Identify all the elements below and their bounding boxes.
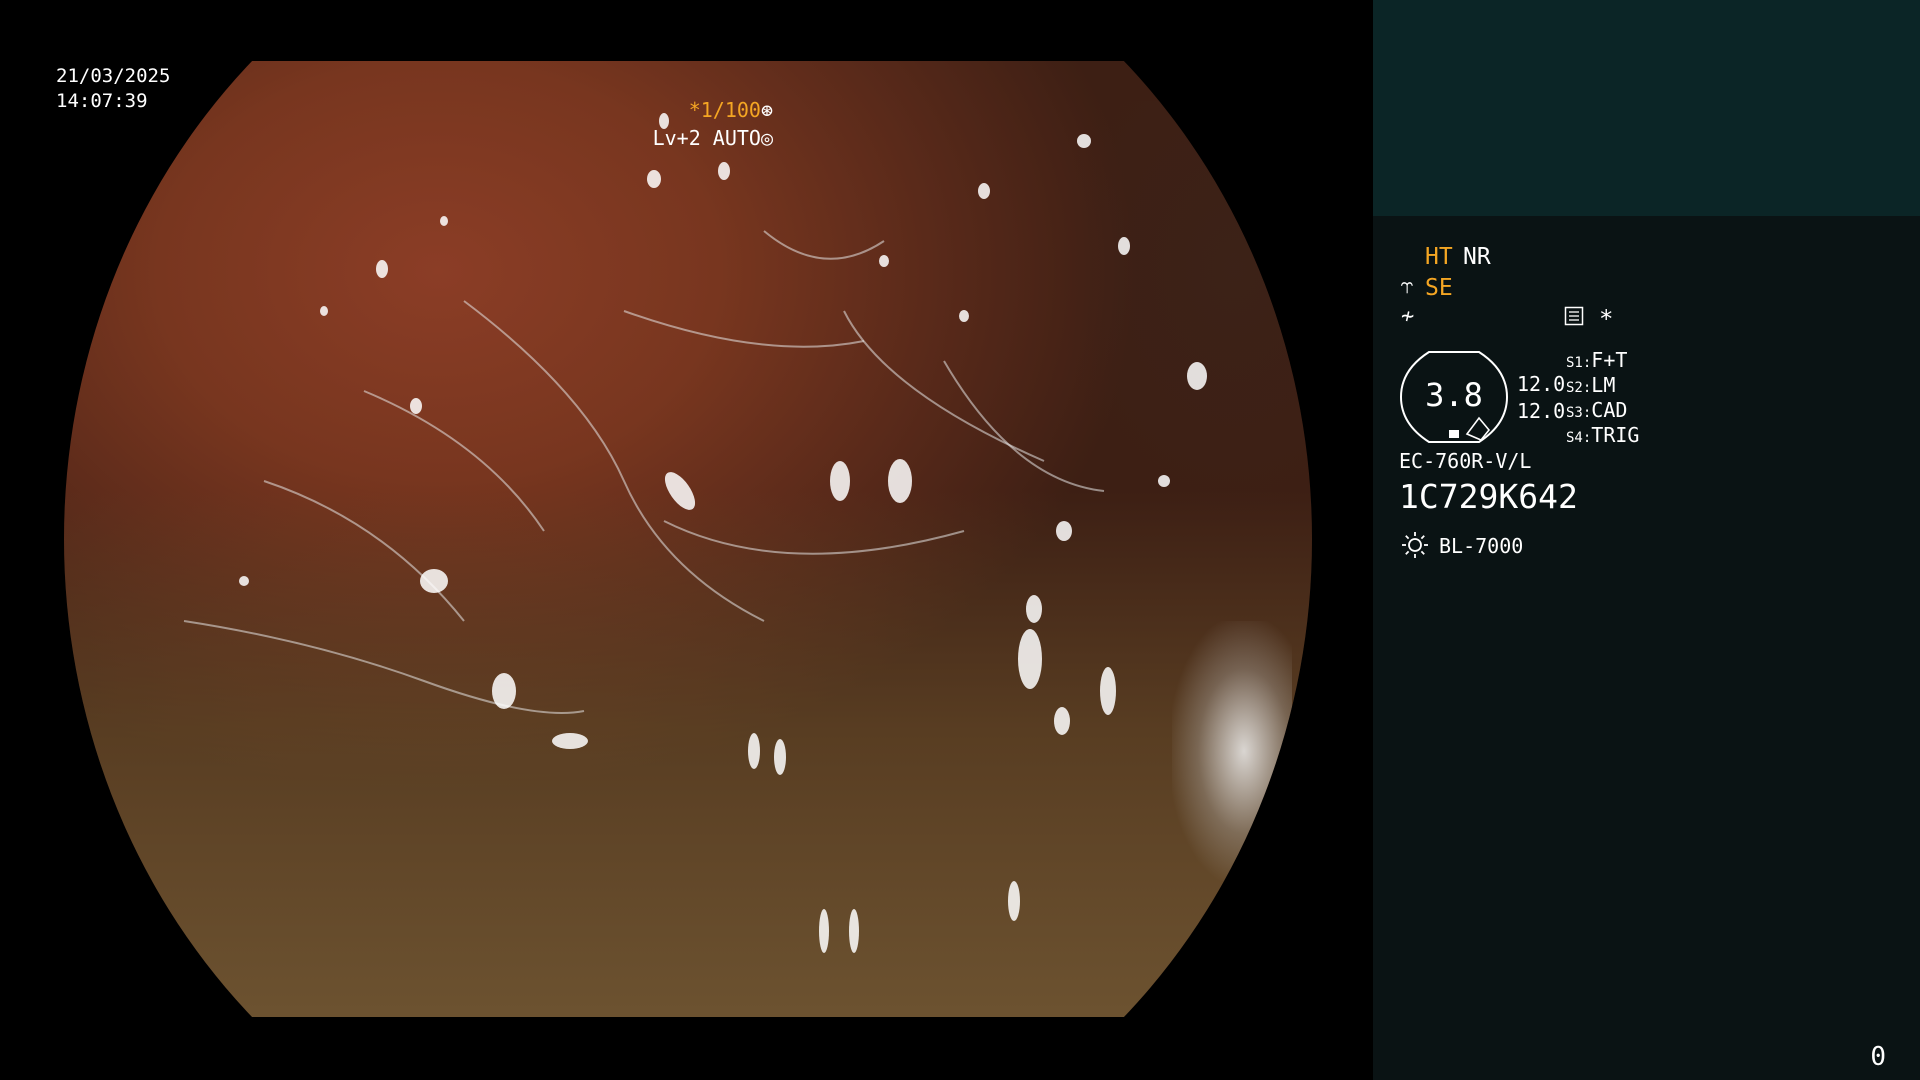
switch-s4: S4:TRIG [1566,423,1639,450]
light-source-model: BL-7000 [1439,534,1524,558]
switch-key: S2: [1566,380,1592,396]
zoom-value-b: 12.0 [1517,399,1566,423]
info-panel: HT NR ⥾ SE ≁ * 3.8 12.0 12.0 S1:F+T S2:L… [1373,0,1920,1080]
switch-key: S1: [1566,355,1592,371]
date-text: 21/03/2025 [56,65,171,87]
switch-s2: S2:LM [1566,373,1615,400]
switch-s3: S3:CAD [1566,398,1627,425]
shutter-text: *1/100 [688,98,761,122]
switch-label: LM [1591,373,1616,397]
color-mode-icon: ≁ [1401,304,1415,329]
date-time-display: 21/03/2025 14:07:39 [56,64,170,114]
endoscopic-image [64,61,1312,1017]
switch-key: S4: [1566,430,1592,446]
star-indicator: * [1599,305,1614,333]
nr-mode-label: NR [1463,244,1491,270]
zoom-value-a: 12.0 [1517,372,1566,396]
switch-label: TRIG [1591,423,1640,447]
brightness-level-display: Lv+2 AUTO◎ [653,126,773,151]
time-text: 14:07:39 [56,90,148,112]
endoscope-video-area: 21/03/2025 14:07:39 *1/100⊛ Lv+2 AUTO◎ [0,0,1373,1080]
patient-info-header [1373,0,1920,216]
auto-iris-icon: ◎ [760,126,773,150]
switch-label: F+T [1591,348,1628,372]
light-source-icon [1402,532,1428,558]
ht-mode-label: HT [1425,244,1453,270]
aperture-icon: ⊛ [760,98,773,122]
level-text: Lv+2 AUTO [652,126,761,150]
shutter-speed-display: *1/100⊛ [689,98,773,123]
scope-model: EC-760R-V/L [1399,449,1532,473]
document-icon [1564,306,1584,326]
image-counter: 0 [1870,1042,1886,1072]
specular-highlights [183,113,1207,953]
scope-serial-number: 1C729K642 [1399,477,1578,516]
endoscopy-screen: 21/03/2025 14:07:39 *1/100⊛ Lv+2 AUTO◎ H… [0,0,1920,1080]
switch-s1: S1:F+T [1566,348,1627,375]
zoom-value: 3.8 [1425,376,1483,414]
switch-label: CAD [1591,398,1628,422]
se-mode-label: SE [1425,275,1453,301]
structure-enhance-icon: ⥾ [1401,274,1414,299]
switch-key: S3: [1566,405,1592,421]
